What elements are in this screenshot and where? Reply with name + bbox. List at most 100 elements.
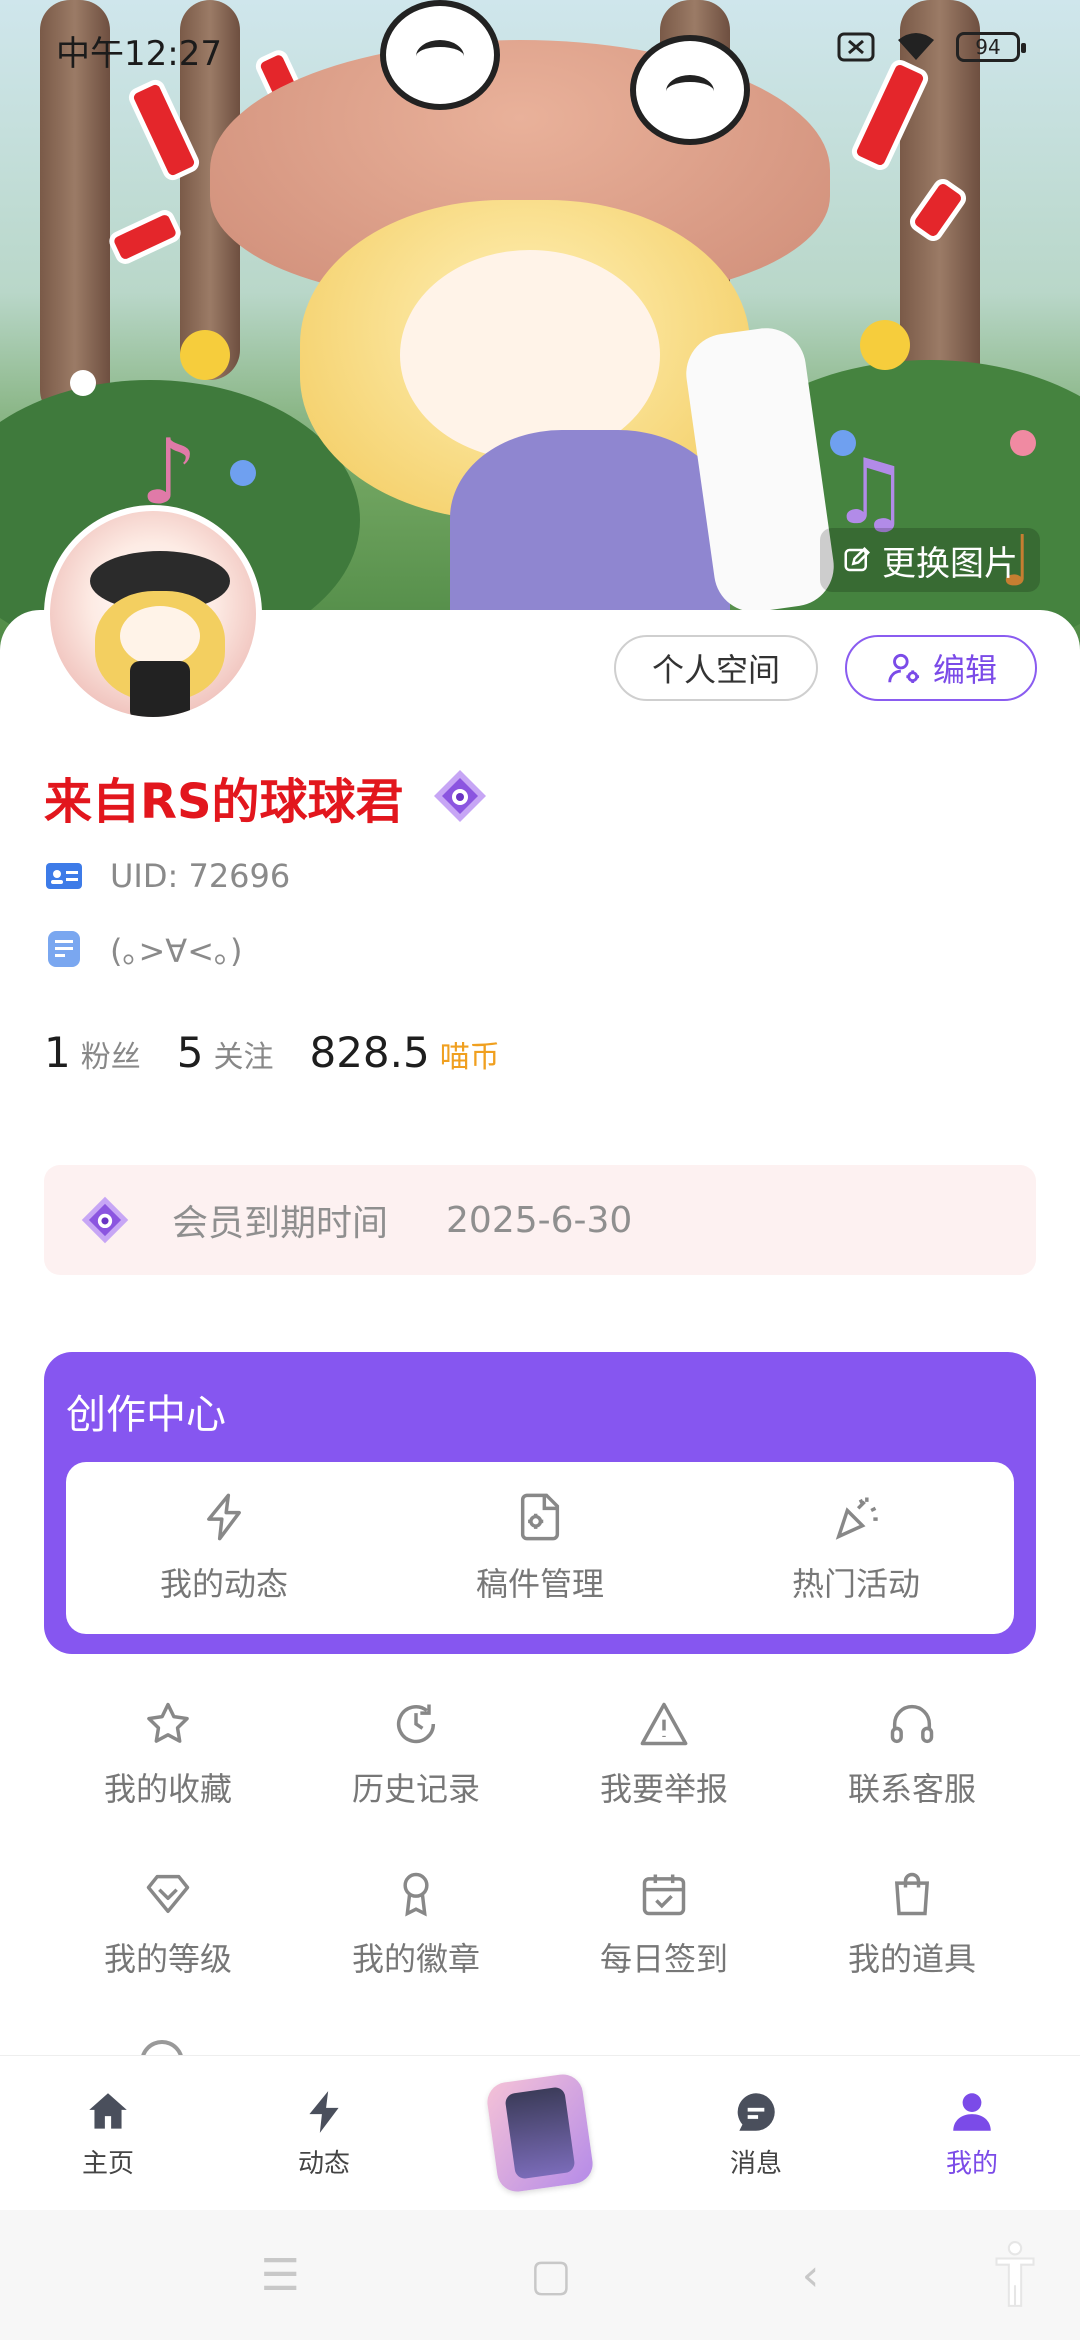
following-count[interactable]: 5 <box>177 1028 204 1077</box>
banner-flower <box>70 370 96 396</box>
edit-profile-button[interactable]: 编辑 <box>845 635 1037 701</box>
file-gear-icon <box>520 1493 560 1541</box>
avatar[interactable] <box>44 505 262 723</box>
creator-item-events[interactable]: 热门活动 <box>698 1462 1014 1634</box>
nav-tab-center[interactable] <box>432 2056 648 2210</box>
vip-badge-icon <box>434 770 486 822</box>
menu-item-label: 我要举报 <box>599 1770 728 1808</box>
membership-expiry: 2025-6-30 <box>446 1199 633 1241</box>
coins-count[interactable]: 828.5 <box>309 1028 429 1077</box>
creator-center: 创作中心 我的动态 稿件管理 热门活动 <box>44 1352 1036 1654</box>
stats-row: 1 粉丝 5 关注 828.5 喵币 <box>44 1028 526 1077</box>
menu-item-label: 我的收藏 <box>103 1770 232 1808</box>
sim-icon <box>837 32 875 62</box>
edit-label: 编辑 <box>932 651 997 689</box>
username: 来自RS的球球君 <box>44 774 404 830</box>
creator-item-label: 热门活动 <box>791 1565 920 1603</box>
creator-item-manuscripts[interactable]: 稿件管理 <box>382 1462 698 1634</box>
menu-item-label: 联系客服 <box>847 1770 976 1808</box>
wifi-icon <box>898 33 934 60</box>
lightning-icon <box>207 1493 241 1541</box>
signature-text: (｡>∀<｡) <box>110 932 243 970</box>
bottom-nav: 主页 动态 消息 我的 <box>0 2055 1080 2210</box>
creator-center-panel: 我的动态 稿件管理 热门活动 <box>66 1462 1014 1634</box>
creator-item-label: 我的动态 <box>159 1565 288 1603</box>
nav-tab-feed[interactable]: 动态 <box>216 2056 432 2210</box>
headset-icon <box>890 1704 934 1744</box>
uid-text: UID: 72696 <box>110 857 291 895</box>
system-nav-bar: ☰ ▢ ‹ <box>0 2210 1080 2340</box>
banner-flower <box>1010 430 1036 456</box>
membership-bar[interactable]: 会员到期时间 2025-6-30 <box>44 1165 1036 1275</box>
menu-lines-icon[interactable]: ☰ <box>261 2250 300 2301</box>
banner-exclaim-mark <box>106 206 184 268</box>
change-photo-label: 更换图片 <box>882 543 1018 584</box>
status-icons: 94 <box>836 30 1026 64</box>
banner-character-face <box>400 250 660 460</box>
signature-row: (｡>∀<｡) <box>44 926 243 972</box>
home-square-icon[interactable]: ▢ <box>530 2250 572 2301</box>
coins-label[interactable]: 喵币 <box>440 1032 500 1076</box>
menu-item-items[interactable]: 我的道具 <box>788 1868 1036 1980</box>
nav-tab-messages[interactable]: 消息 <box>648 2056 864 2210</box>
accessibility-icon[interactable] <box>990 2240 1040 2310</box>
uid-row: UID: 72696 <box>44 856 290 896</box>
center-card-icon <box>484 2071 596 2195</box>
menu-grid-row: 我的收藏 历史记录 我要举报 联系客服 <box>44 1698 1036 1810</box>
menu-item-checkin[interactable]: 每日签到 <box>540 1868 788 1980</box>
status-time: 中午12:27 <box>56 34 222 74</box>
creator-item-my-posts[interactable]: 我的动态 <box>66 1462 382 1634</box>
nav-tab-me[interactable]: 我的 <box>864 2056 1080 2210</box>
membership-label: 会员到期时间 <box>172 1203 389 1244</box>
badge-ribbon-icon <box>403 1872 429 1917</box>
menu-item-label: 历史记录 <box>351 1770 480 1808</box>
personal-space-button[interactable]: 个人空间 <box>614 635 818 701</box>
edit-square-icon <box>844 546 871 572</box>
battery-level: 94 <box>975 35 1001 59</box>
banner-butterfly <box>860 320 910 370</box>
followers-count[interactable]: 1 <box>44 1028 71 1077</box>
menu-item-label: 我的等级 <box>103 1940 232 1978</box>
nav-tab-label: 动态 <box>297 2148 350 2179</box>
battery-icon: 94 <box>956 32 1026 62</box>
following-label[interactable]: 关注 <box>213 1032 273 1076</box>
menu-item-history[interactable]: 历史记录 <box>292 1698 540 1810</box>
banner-butterfly <box>180 330 230 380</box>
id-card-icon <box>46 863 82 889</box>
creator-item-label: 稿件管理 <box>475 1565 604 1603</box>
user-gear-icon <box>888 653 920 684</box>
menu-grid-row: 我的等级 我的徽章 每日签到 我的道具 <box>44 1868 1036 1980</box>
personal-space-label: 个人空间 <box>651 651 780 689</box>
star-icon <box>147 1702 189 1743</box>
menu-item-support[interactable]: 联系客服 <box>788 1698 1036 1810</box>
status-bar: 中午12:27 94 <box>0 0 1080 96</box>
chat-icon <box>737 2092 775 2131</box>
user-icon <box>953 2092 991 2131</box>
vip-badge-icon <box>81 1196 129 1244</box>
back-chevron-icon[interactable]: ‹ <box>802 2250 820 2301</box>
party-popper-icon <box>835 1497 878 1540</box>
shopping-bag-icon <box>894 1872 930 1916</box>
followers-label[interactable]: 粉丝 <box>81 1032 141 1076</box>
menu-item-label: 我的徽章 <box>351 1940 480 1978</box>
menu-item-report[interactable]: 我要举报 <box>540 1698 788 1810</box>
nav-tab-home[interactable]: 主页 <box>0 2056 216 2210</box>
history-clock-icon <box>396 1704 436 1744</box>
note-icon <box>48 931 80 967</box>
warning-icon <box>640 1702 688 1746</box>
menu-item-level[interactable]: 我的等级 <box>44 1868 292 1980</box>
menu-item-favorites[interactable]: 我的收藏 <box>44 1698 292 1810</box>
change-photo-button[interactable]: 更换图片 <box>820 528 1040 592</box>
level-diamond-icon <box>146 1874 190 1914</box>
lightning-icon <box>309 2090 339 2133</box>
home-icon <box>89 2092 127 2129</box>
menu-item-label: 每日签到 <box>599 1940 728 1978</box>
nav-tab-label: 我的 <box>945 2148 998 2179</box>
creator-center-title: 创作中心 <box>66 1392 226 1438</box>
menu-item-label: 我的道具 <box>847 1940 976 1978</box>
calendar-check-icon <box>642 1874 686 1916</box>
nav-tab-label: 消息 <box>729 2148 782 2179</box>
menu-item-badges[interactable]: 我的徽章 <box>292 1868 540 1980</box>
banner-flower <box>230 460 256 486</box>
nav-tab-label: 主页 <box>81 2148 134 2179</box>
